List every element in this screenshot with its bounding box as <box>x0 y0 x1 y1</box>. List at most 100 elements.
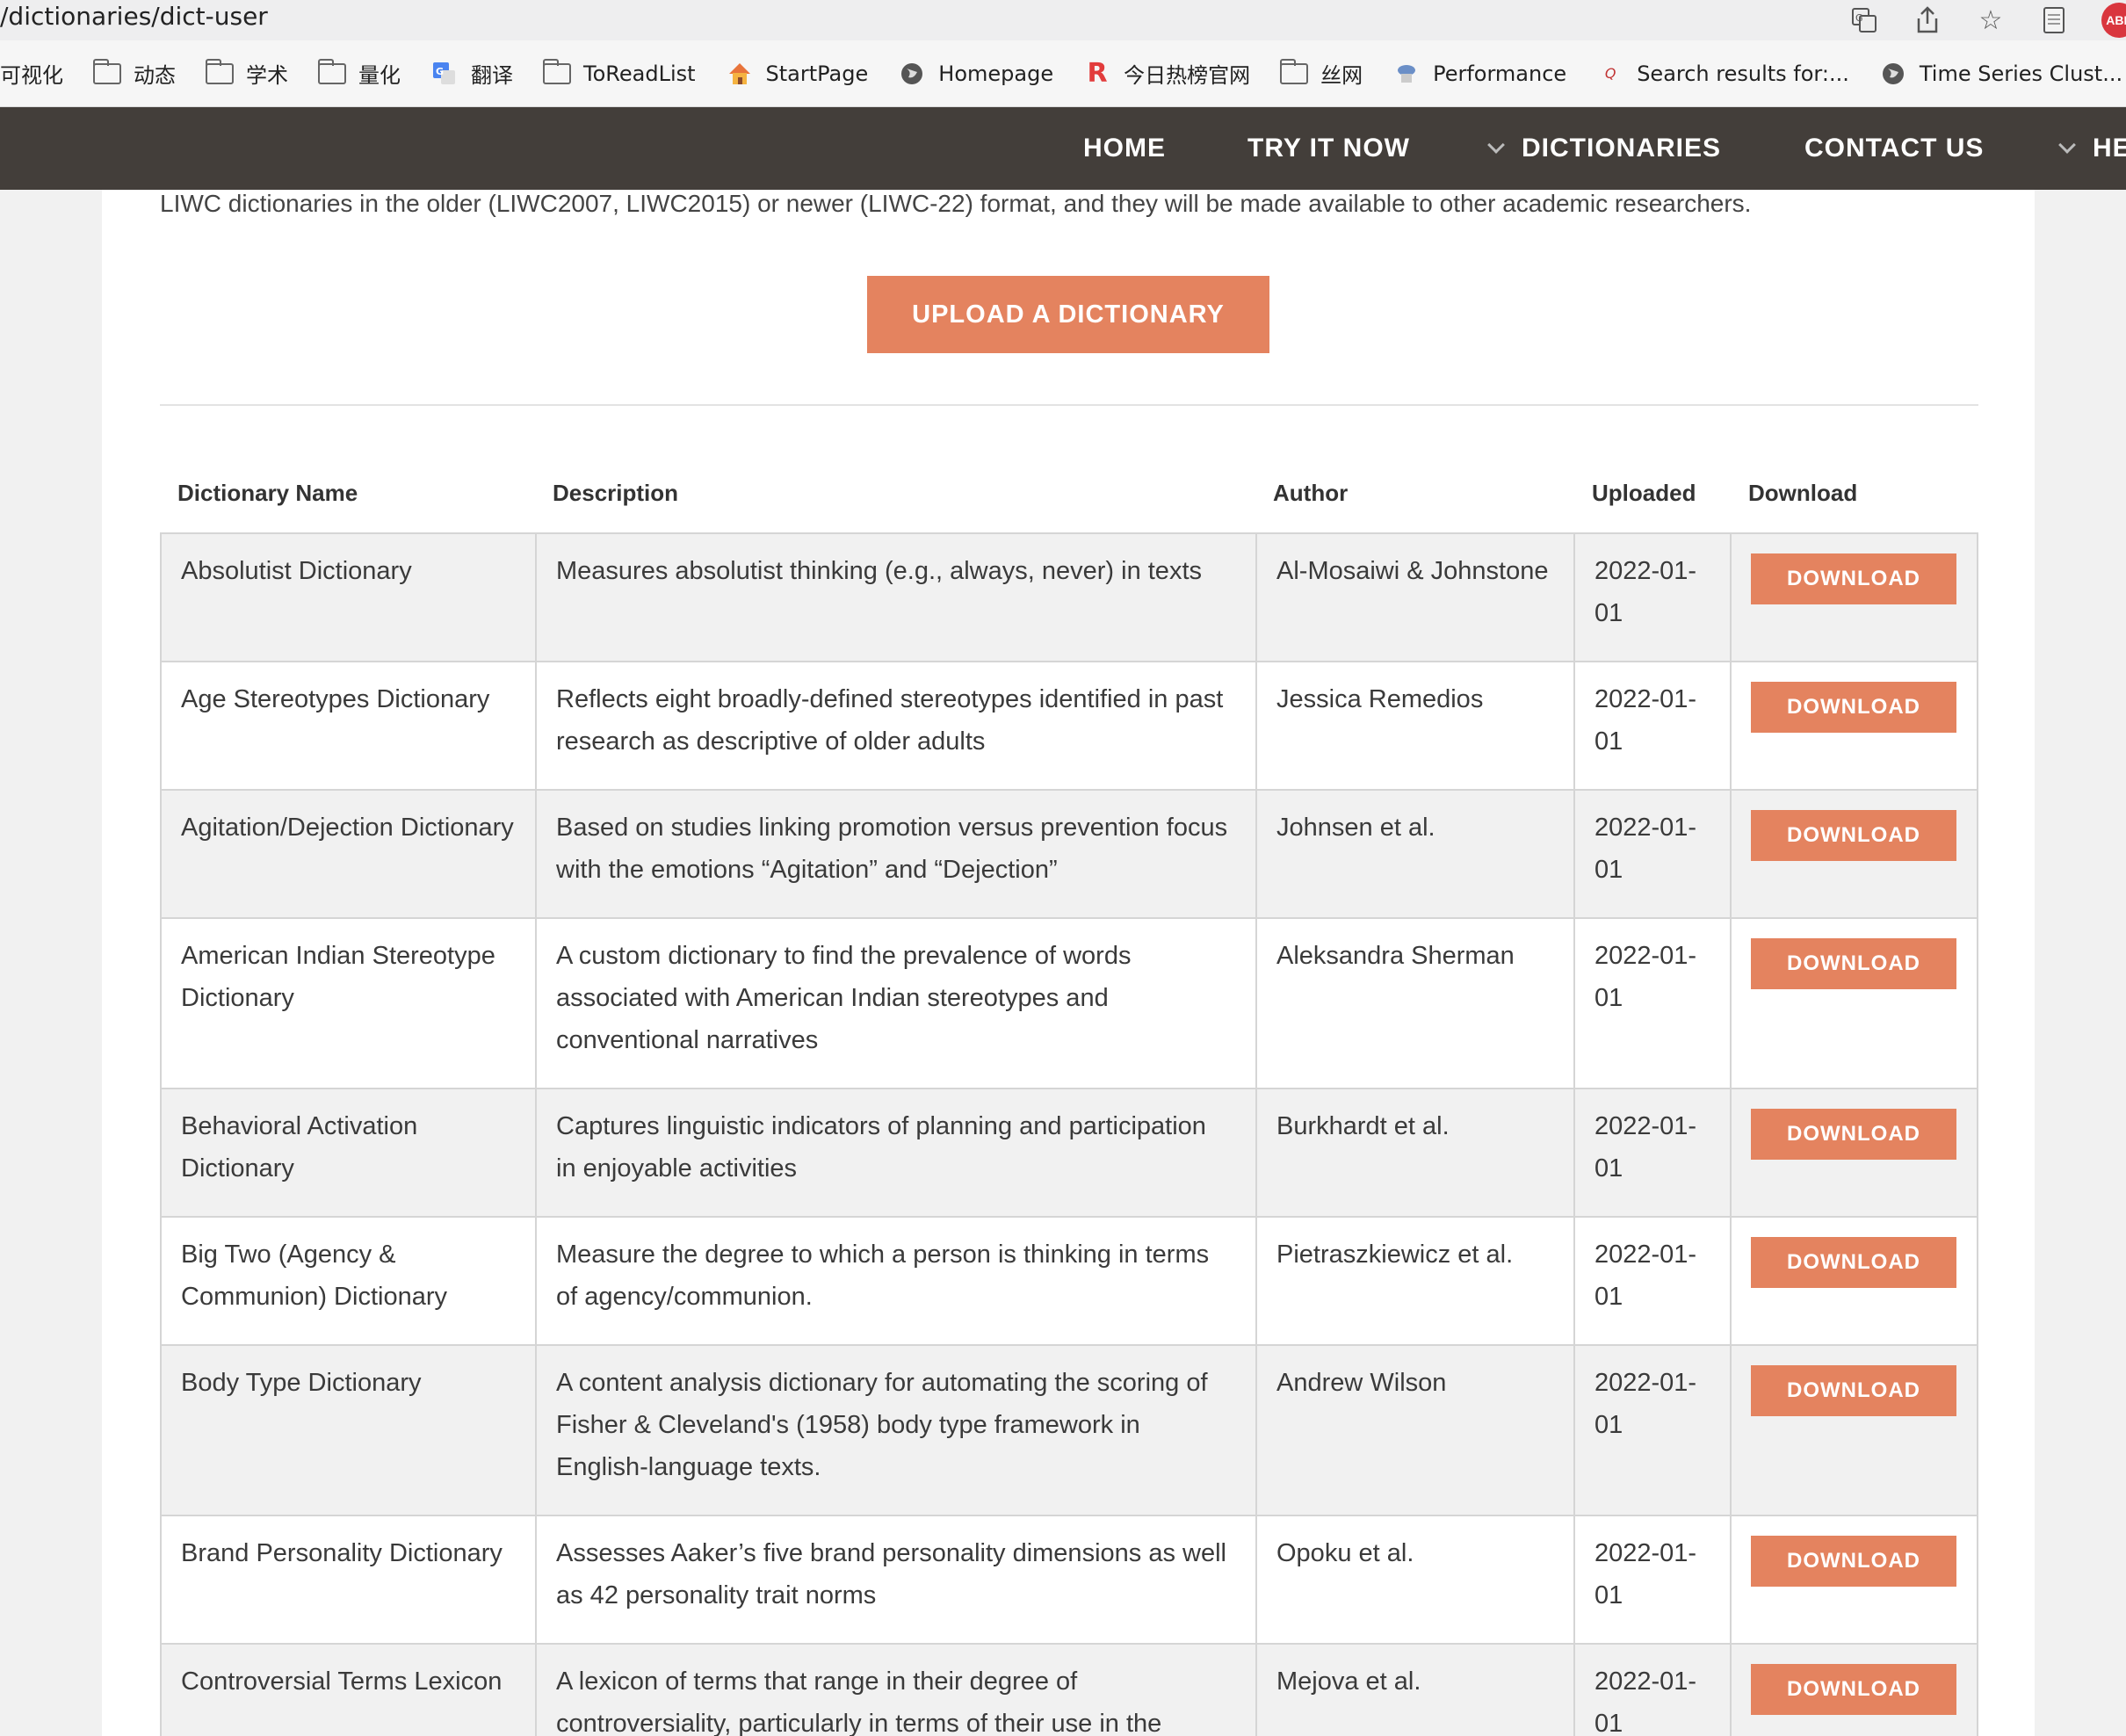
site-icon <box>1392 60 1421 88</box>
site-nav: HOME TRY IT NOW DICTIONARIES CONTACT US … <box>0 107 2126 190</box>
browser-url-bar[interactable]: /dictionaries/dict-user G ☆ ABP <box>0 0 2126 40</box>
cell-description: Measures absolutist thinking (e.g., alwa… <box>535 534 1255 661</box>
bookmark-folder[interactable]: 学术 <box>206 58 288 89</box>
intro-text: LIWC dictionaries in the older (LIWC2007… <box>160 190 1752 217</box>
nav-help-label: HE <box>2093 134 2126 163</box>
cell-uploaded: 2022-01-01 <box>1573 1218 1730 1344</box>
header-uploaded: Uploaded <box>1592 479 1696 506</box>
download-button[interactable]: DOWNLOAD <box>1751 1664 1956 1715</box>
nav-home[interactable]: HOME <box>1083 107 1166 190</box>
folder-icon <box>318 58 346 84</box>
bookmark-item[interactable]: 可视化 <box>0 58 63 89</box>
header-author: Author <box>1273 479 1349 506</box>
translate-icon[interactable]: G <box>1848 4 1880 36</box>
bookmark-label: 翻译 <box>471 63 513 88</box>
chevron-down-icon <box>2058 136 2076 154</box>
adblock-icon[interactable]: ABP <box>2101 3 2126 38</box>
table-row: Body Type Dictionary A content analysis … <box>162 1346 1977 1516</box>
house-icon <box>726 60 754 88</box>
cell-author: Mejova et al. <box>1255 1645 1573 1736</box>
header-description: Description <box>553 479 679 506</box>
bookmark-item[interactable]: Q Search results for:... <box>1596 60 1849 88</box>
dictionary-table: Dictionary Name Description Author Uploa… <box>160 453 1978 1736</box>
bookmark-label: 动态 <box>134 63 176 88</box>
bookmark-folder[interactable]: ToReadList <box>543 58 696 86</box>
bookmark-label: StartPage <box>765 61 869 86</box>
cell-dictionary-name: Body Type Dictionary <box>181 1369 422 1397</box>
download-button[interactable]: DOWNLOAD <box>1751 682 1956 733</box>
cell-author: Jessica Remedios <box>1255 662 1573 789</box>
download-button[interactable]: DOWNLOAD <box>1751 1109 1956 1160</box>
nav-contact-us[interactable]: CONTACT US <box>1804 107 1984 190</box>
download-button[interactable]: DOWNLOAD <box>1751 553 1956 604</box>
download-button[interactable]: DOWNLOAD <box>1751 1237 1956 1288</box>
cell-author: Pietraszkiewicz et al. <box>1255 1218 1573 1344</box>
cell-download: DOWNLOAD <box>1730 1089 1978 1216</box>
nav-help[interactable]: HE <box>2058 107 2126 190</box>
svg-text:G: G <box>1855 12 1863 24</box>
header-download: Download <box>1748 479 1858 506</box>
bookmark-item[interactable]: Time Series Clust... <box>1879 60 2122 88</box>
cell-description: A content analysis dictionary for automa… <box>535 1346 1255 1515</box>
table-row: American Indian Stereotype Dictionary A … <box>162 919 1977 1089</box>
bookmarks-bar: 可视化 动态 学术 量化 G 翻译 ToReadList StartPage Ho… <box>0 40 2126 107</box>
table-header: Dictionary Name Description Author Uploa… <box>160 453 1978 532</box>
cell-uploaded: 2022-01-01 <box>1573 1089 1730 1216</box>
cell-download: DOWNLOAD <box>1730 919 1978 1088</box>
bookmark-item[interactable]: Homepage <box>898 60 1053 88</box>
cell-description: A lexicon of terms that range in their d… <box>535 1645 1255 1736</box>
cell-download: DOWNLOAD <box>1730 791 1978 917</box>
bookmark-label: Homepage <box>938 61 1054 86</box>
cell-dictionary-name: Absolutist Dictionary <box>181 557 412 585</box>
bookmark-label: 丝网 <box>1320 63 1363 88</box>
download-button[interactable]: DOWNLOAD <box>1751 1365 1956 1416</box>
folder-icon <box>206 58 234 84</box>
globe-icon <box>1879 60 1907 88</box>
table-row: Absolutist Dictionary Measures absolutis… <box>162 534 1977 662</box>
divider <box>160 404 1978 406</box>
content-panel: LIWC dictionaries in the older (LIWC2007… <box>102 190 2035 1736</box>
cell-download: DOWNLOAD <box>1730 534 1978 661</box>
bookmark-label: 可视化 <box>0 63 63 88</box>
bookmark-label: Search results for:... <box>1637 61 1849 86</box>
folder-icon <box>543 58 571 84</box>
cell-description: Based on studies linking promotion versu… <box>535 791 1255 917</box>
folder-icon <box>93 58 121 84</box>
share-icon[interactable] <box>1912 4 1943 36</box>
cell-author: Burkhardt et al. <box>1255 1089 1573 1216</box>
cell-dictionary-name: Controversial Terms Lexicon <box>181 1667 503 1696</box>
bookmark-item[interactable]: R 今日热榜官网 <box>1083 58 1251 89</box>
download-button[interactable]: DOWNLOAD <box>1751 938 1956 989</box>
cell-author: Al-Mosaiwi & Johnstone <box>1255 534 1573 661</box>
star-bookmark-icon[interactable]: ☆ <box>1975 4 2007 36</box>
cell-dictionary-name: Agitation/Dejection Dictionary <box>181 814 514 842</box>
upload-dictionary-button[interactable]: UPLOAD A DICTIONARY <box>867 276 1269 353</box>
cell-uploaded: 2022-01-01 <box>1573 919 1730 1088</box>
bookmark-label: Time Series Clust... <box>1919 61 2123 86</box>
reading-mode-icon[interactable] <box>2038 4 2070 36</box>
nav-try-it-now[interactable]: TRY IT NOW <box>1247 107 1410 190</box>
r-logo-icon: R <box>1087 58 1108 89</box>
bookmark-item[interactable]: G 翻译 <box>430 58 513 89</box>
table-row: Behavioral Activation Dictionary Capture… <box>162 1089 1977 1218</box>
bookmark-item[interactable]: Performance <box>1392 60 1566 88</box>
bookmark-folder[interactable]: 丝网 <box>1280 58 1363 89</box>
download-button[interactable]: DOWNLOAD <box>1751 1536 1956 1587</box>
bookmark-label: ToReadList <box>583 61 696 86</box>
bookmark-label: 今日热榜官网 <box>1124 63 1251 88</box>
cell-description: Assesses Aaker’s five brand personality … <box>535 1516 1255 1643</box>
cell-uploaded: 2022-01-01 <box>1573 791 1730 917</box>
url-text[interactable]: /dictionaries/dict-user <box>0 2 268 31</box>
nav-dictionaries[interactable]: DICTIONARIES <box>1487 107 1721 190</box>
bookmark-folder[interactable]: 量化 <box>318 58 401 89</box>
cell-download: DOWNLOAD <box>1730 1346 1978 1515</box>
table-row: Agitation/Dejection Dictionary Based on … <box>162 791 1977 919</box>
bookmark-label: 量化 <box>358 63 401 88</box>
cell-uploaded: 2022-01-01 <box>1573 1516 1730 1643</box>
bookmark-folder[interactable]: 动态 <box>93 58 176 89</box>
bookmark-item[interactable]: StartPage <box>726 60 869 88</box>
cell-dictionary-name: Brand Personality Dictionary <box>181 1539 503 1567</box>
cell-download: DOWNLOAD <box>1730 1645 1978 1736</box>
table-row: Controversial Terms Lexicon A lexicon of… <box>162 1645 1977 1736</box>
download-button[interactable]: DOWNLOAD <box>1751 810 1956 861</box>
